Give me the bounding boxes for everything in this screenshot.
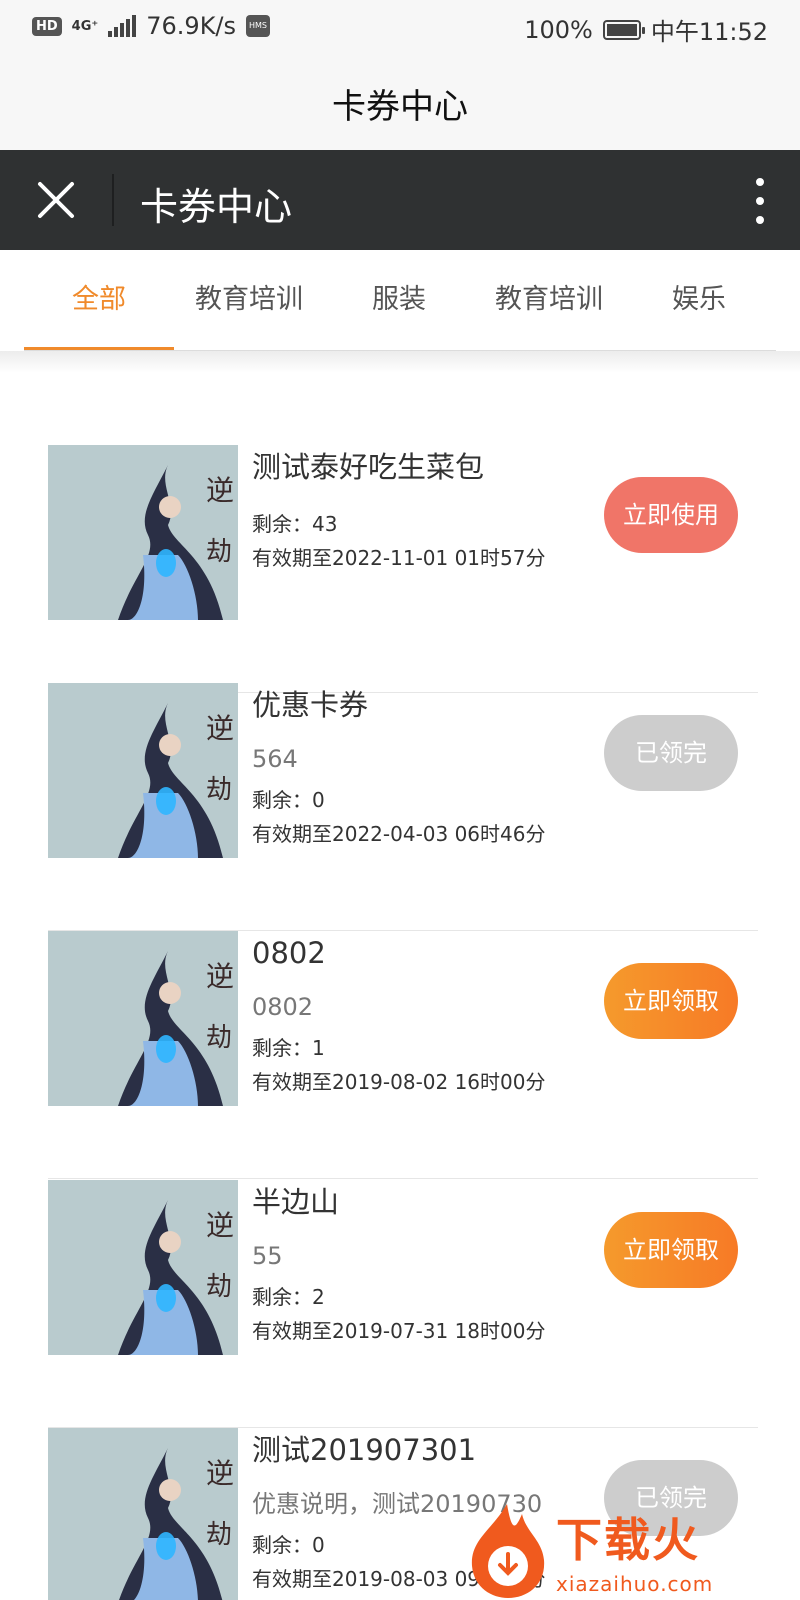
tab-education-2[interactable]: 教育培训: [474, 250, 624, 350]
coupon-thumbnail: 逆 劫: [48, 683, 238, 858]
coupon-remaining: 剩余：2: [252, 1285, 325, 1309]
header-title: 卡券中心: [140, 185, 293, 229]
network-type: 4G⁺: [71, 18, 99, 34]
header-divider: [112, 174, 114, 226]
character-illustration-icon: 逆 劫: [48, 931, 238, 1106]
coupon-title: 0802: [252, 936, 326, 970]
coupon-item[interactable]: 逆 劫 0802 0802 剩余：1 有效期至2019-08-02 16时00分…: [48, 931, 758, 1179]
tab-clothing[interactable]: 服装: [324, 250, 474, 350]
claim-now-button[interactable]: 立即领取: [604, 1212, 738, 1288]
coupon-expiry: 有效期至2022-11-01 01时57分: [252, 546, 546, 570]
page-title-bar: 卡券中心: [0, 56, 800, 150]
status-bar: HD 4G⁺ 76.9K/s HMS 100% 中午11:52: [0, 0, 800, 56]
hms-icon: HMS: [246, 15, 271, 37]
close-button[interactable]: [30, 174, 82, 226]
watermark: 下载火 xiazaihuo.com: [462, 1500, 792, 1600]
coupon-description: 564: [252, 745, 298, 773]
signal-icon: [108, 15, 137, 37]
network-speed: 76.9K/s: [146, 12, 237, 40]
svg-text:逆: 逆: [206, 960, 234, 993]
dot-icon: [756, 197, 764, 205]
coupon-title: 测试201907301: [252, 1433, 477, 1467]
more-menu-button[interactable]: [750, 178, 770, 224]
tab-all[interactable]: 全部: [24, 250, 174, 350]
clock: 中午11:52: [650, 18, 768, 46]
coupon-thumbnail: 逆 劫: [48, 445, 238, 620]
dot-icon: [756, 216, 764, 224]
svg-text:逆: 逆: [206, 1457, 234, 1490]
category-tabs: 全部 教育培训 服装 教育培训 娱乐: [0, 250, 800, 350]
coupon-expiry: 有效期至2022-04-03 06时46分: [252, 822, 546, 846]
character-illustration-icon: 逆 劫: [48, 1180, 238, 1355]
coupon-info: 半边山 55 剩余：2 有效期至2019-07-31 18时00分: [252, 1180, 612, 1348]
sold-out-button[interactable]: 已领完: [604, 715, 738, 791]
tab-education[interactable]: 教育培训: [174, 250, 324, 350]
coupon-description: 55: [252, 1242, 283, 1270]
svg-text:逆: 逆: [206, 1209, 234, 1242]
coupon-title: 半边山: [252, 1185, 340, 1219]
coupon-info: 优惠卡券 564 剩余：0 有效期至2022-04-03 06时46分: [252, 683, 612, 851]
svg-text:劫: 劫: [206, 1520, 232, 1550]
coupon-title: 优惠卡券: [252, 688, 369, 722]
character-illustration-icon: 逆 劫: [48, 1428, 238, 1600]
tab-entertainment[interactable]: 娱乐: [624, 250, 774, 350]
watermark-url: xiazaihuo.com: [556, 1572, 714, 1596]
coupon-remaining: 剩余：1: [252, 1036, 325, 1060]
coupon-expiry: 有效期至2019-07-31 18时00分: [252, 1319, 546, 1343]
coupon-thumbnail: 逆 劫: [48, 1428, 238, 1600]
coupon-expiry: 有效期至2019-08-02 16时00分: [252, 1070, 546, 1094]
dot-icon: [756, 178, 764, 186]
coupon-item[interactable]: 逆 劫 测试泰好吃生菜包 剩余：43 有效期至2022-11-01 01时57分…: [48, 445, 758, 693]
coupon-remaining: 剩余：43: [252, 512, 338, 536]
svg-text:劫: 劫: [206, 1023, 232, 1053]
close-icon: [38, 182, 74, 218]
coupon-item[interactable]: 逆 劫 半边山 55 剩余：2 有效期至2019-07-31 18时00分 立即…: [48, 1180, 758, 1428]
watermark-text: 下载火: [556, 1513, 700, 1567]
use-now-button[interactable]: 立即使用: [604, 477, 738, 553]
svg-text:逆: 逆: [206, 712, 234, 745]
coupon-remaining: 剩余：0: [252, 788, 325, 812]
hd-badge: HD: [32, 16, 62, 36]
page-title: 卡券中心: [332, 86, 468, 127]
svg-text:逆: 逆: [206, 474, 234, 507]
claim-now-button[interactable]: 立即领取: [604, 963, 738, 1039]
tabs-shadow: [0, 351, 800, 373]
battery-percent: 100%: [524, 15, 593, 44]
status-right: 100% 中午11:52: [524, 12, 768, 47]
coupon-thumbnail: 逆 劫: [48, 931, 238, 1106]
status-left: HD 4G⁺ 76.9K/s HMS: [32, 12, 271, 40]
coupon-item[interactable]: 逆 劫 优惠卡券 564 剩余：0 有效期至2022-04-03 06时46分 …: [48, 683, 758, 931]
battery-icon: [602, 19, 645, 40]
character-illustration-icon: 逆 劫: [48, 683, 238, 858]
coupon-title: 测试泰好吃生菜包: [252, 450, 485, 484]
coupon-description: 0802: [252, 993, 314, 1021]
flame-logo-icon: [471, 1504, 545, 1598]
coupon-thumbnail: 逆 劫: [48, 1180, 238, 1355]
app-header: 卡券中心: [0, 150, 800, 250]
svg-text:劫: 劫: [206, 775, 232, 805]
character-illustration-icon: 逆 劫: [48, 445, 238, 620]
coupon-info: 测试泰好吃生菜包 剩余：43 有效期至2022-11-01 01时57分: [252, 445, 612, 575]
svg-text:劫: 劫: [206, 537, 232, 567]
coupon-info: 0802 0802 剩余：1 有效期至2019-08-02 16时00分: [252, 931, 612, 1099]
svg-text:劫: 劫: [206, 1272, 232, 1302]
